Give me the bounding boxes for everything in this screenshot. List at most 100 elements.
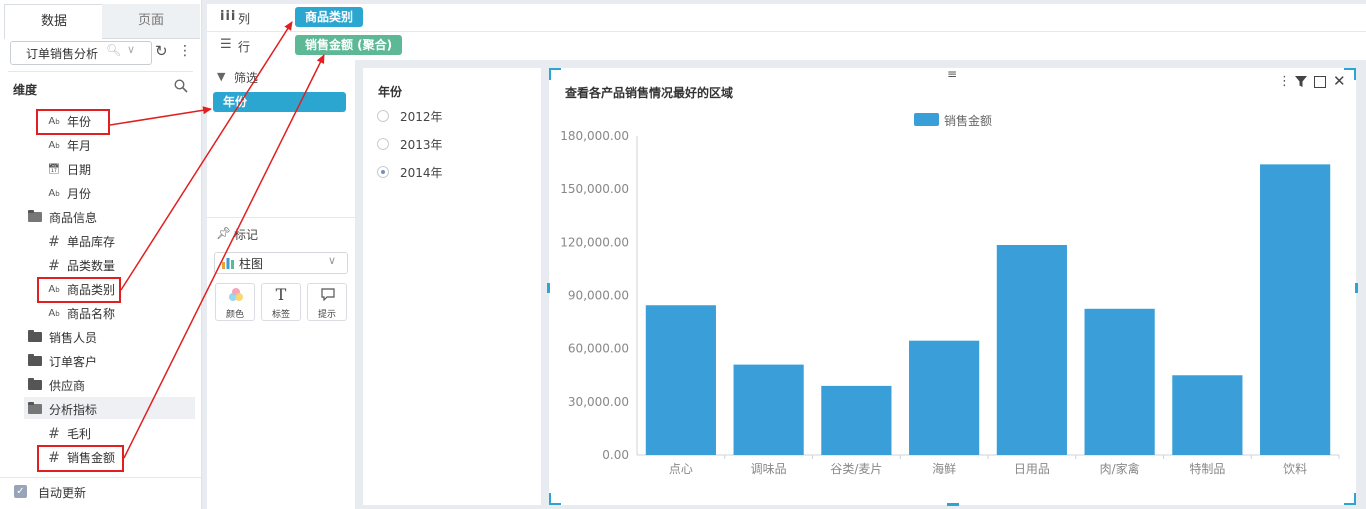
filter-icon[interactable]	[1295, 76, 1307, 88]
year-radio[interactable]	[377, 138, 389, 150]
datasource-select[interactable]: 订单销售分析 🔍︎ ∨	[10, 41, 152, 65]
x-tick-label: 海鲜	[932, 461, 956, 476]
folder-icon	[28, 330, 42, 342]
field-label: 品类数量	[67, 259, 116, 273]
y-tick-label: 30,000.00	[568, 395, 629, 409]
year-radio[interactable]	[377, 110, 389, 122]
year-filter-title: 年份	[378, 85, 403, 99]
number-icon: #	[48, 426, 60, 442]
field-label: 供应商	[49, 379, 86, 393]
y-tick-label: 180,000.00	[560, 129, 629, 143]
tab-page[interactable]: 页面	[102, 4, 200, 39]
resize-handle[interactable]	[549, 68, 551, 80]
chart-type-select[interactable]: 柱图 ∨	[214, 252, 348, 274]
drag-handle-icon[interactable]: ≡	[947, 68, 957, 80]
folder-icon	[28, 354, 42, 366]
number-icon: #	[48, 258, 60, 274]
bar	[645, 305, 716, 455]
row-field-pill[interactable]: 销售金额 (聚合)	[295, 35, 403, 55]
tooltip-button-label: 提示	[317, 310, 336, 320]
y-tick-label: 60,000.00	[568, 342, 629, 356]
auto-update-label: 自动更新	[38, 486, 87, 500]
resize-handle[interactable]	[1354, 493, 1356, 505]
search-icon[interactable]: 🔍︎	[106, 43, 121, 57]
field-label: 年月	[67, 139, 92, 153]
divider	[8, 71, 193, 72]
field-label: 分析指标	[49, 403, 98, 417]
x-tick-label: 谷类/麦片	[830, 462, 882, 476]
y-tick-label: 150,000.00	[560, 182, 629, 196]
chevron-down-icon[interactable]: ∨	[127, 43, 135, 56]
bar	[733, 364, 804, 455]
text-field-icon: Ab	[48, 188, 60, 199]
y-tick-label: 0.00	[602, 448, 629, 462]
y-tick-label: 90,000.00	[568, 289, 629, 303]
refresh-icon[interactable]: ↻	[155, 43, 171, 59]
resize-handle[interactable]	[947, 503, 959, 506]
close-icon[interactable]: ✕	[1333, 72, 1346, 90]
divider	[0, 477, 201, 478]
annotation-box	[37, 445, 124, 472]
dimensions-title: 维度	[13, 83, 38, 97]
columns-icon: iii	[220, 9, 237, 24]
label-button-label: 标签	[271, 310, 290, 320]
bar	[1084, 308, 1155, 455]
palette-icon	[229, 288, 243, 301]
bar-chart-icon	[222, 258, 234, 269]
year-option-label[interactable]: 2014年	[400, 164, 443, 181]
filter-label: 筛选	[234, 71, 259, 85]
field-label: 毛利	[67, 427, 92, 441]
row-shelf-label: 行	[238, 40, 251, 54]
annotation-box	[37, 277, 121, 303]
tooltip-button[interactable]: 提示	[307, 283, 347, 321]
annotation-box	[36, 109, 110, 135]
speech-bubble-icon	[321, 288, 335, 301]
datasource-name: 订单销售分析	[26, 47, 99, 61]
field-label: 单品库存	[67, 235, 116, 249]
bar	[1260, 164, 1331, 455]
resize-handle[interactable]	[549, 493, 551, 505]
more-icon[interactable]: ⋮	[1278, 74, 1291, 89]
number-icon: #	[48, 234, 60, 250]
field-label: 销售人员	[49, 331, 98, 345]
year-filter-panel	[363, 68, 541, 505]
y-tick-label: 120,000.00	[560, 235, 629, 249]
chart-type-label: 柱图	[239, 257, 264, 271]
bar	[1172, 375, 1243, 455]
x-tick-label: 肉/家禽	[1100, 461, 1140, 476]
more-icon[interactable]: ⋮	[178, 43, 192, 59]
field-label: 日期	[67, 163, 92, 177]
field-label: 商品名称	[67, 307, 116, 321]
divider	[207, 217, 355, 218]
x-tick-label: 调味品	[751, 462, 787, 476]
year-radio[interactable]	[377, 166, 389, 178]
color-button[interactable]: 颜色	[215, 283, 255, 321]
chevron-down-icon: ∨	[328, 254, 337, 267]
text-field-icon: Ab	[48, 308, 60, 319]
maximize-icon[interactable]	[1314, 76, 1326, 88]
label-button[interactable]: T 标签	[261, 283, 301, 321]
text-icon: T	[275, 285, 287, 304]
pin-icon: 📌︎	[216, 226, 232, 240]
data-panel	[0, 0, 202, 509]
year-option-label[interactable]: 2012年	[400, 108, 443, 125]
chart-title: 查看各产品销售情况最好的区域	[565, 86, 734, 100]
x-tick-label: 日用品	[1014, 462, 1050, 476]
resize-handle[interactable]	[1354, 68, 1356, 80]
folder-open-icon	[28, 210, 42, 222]
tab-data[interactable]: 数据	[4, 4, 104, 39]
folder-icon	[28, 378, 42, 390]
divider	[207, 31, 1366, 32]
x-tick-label: 饮料	[1283, 462, 1307, 476]
filter-field-pill[interactable]: 年份	[213, 92, 346, 112]
column-field-pill[interactable]: 商品类别	[295, 7, 364, 27]
x-tick-label: 特制品	[1189, 461, 1225, 476]
search-icon[interactable]	[174, 79, 188, 93]
auto-update-checkbox[interactable]: ✓	[14, 485, 27, 498]
mark-label: 标记	[234, 228, 259, 242]
color-button-label: 颜色	[225, 310, 244, 320]
rows-icon: ☰	[220, 37, 232, 52]
field-label: 订单客户	[49, 355, 98, 369]
year-option-label[interactable]: 2013年	[400, 136, 443, 153]
folder-open-icon	[28, 402, 42, 414]
